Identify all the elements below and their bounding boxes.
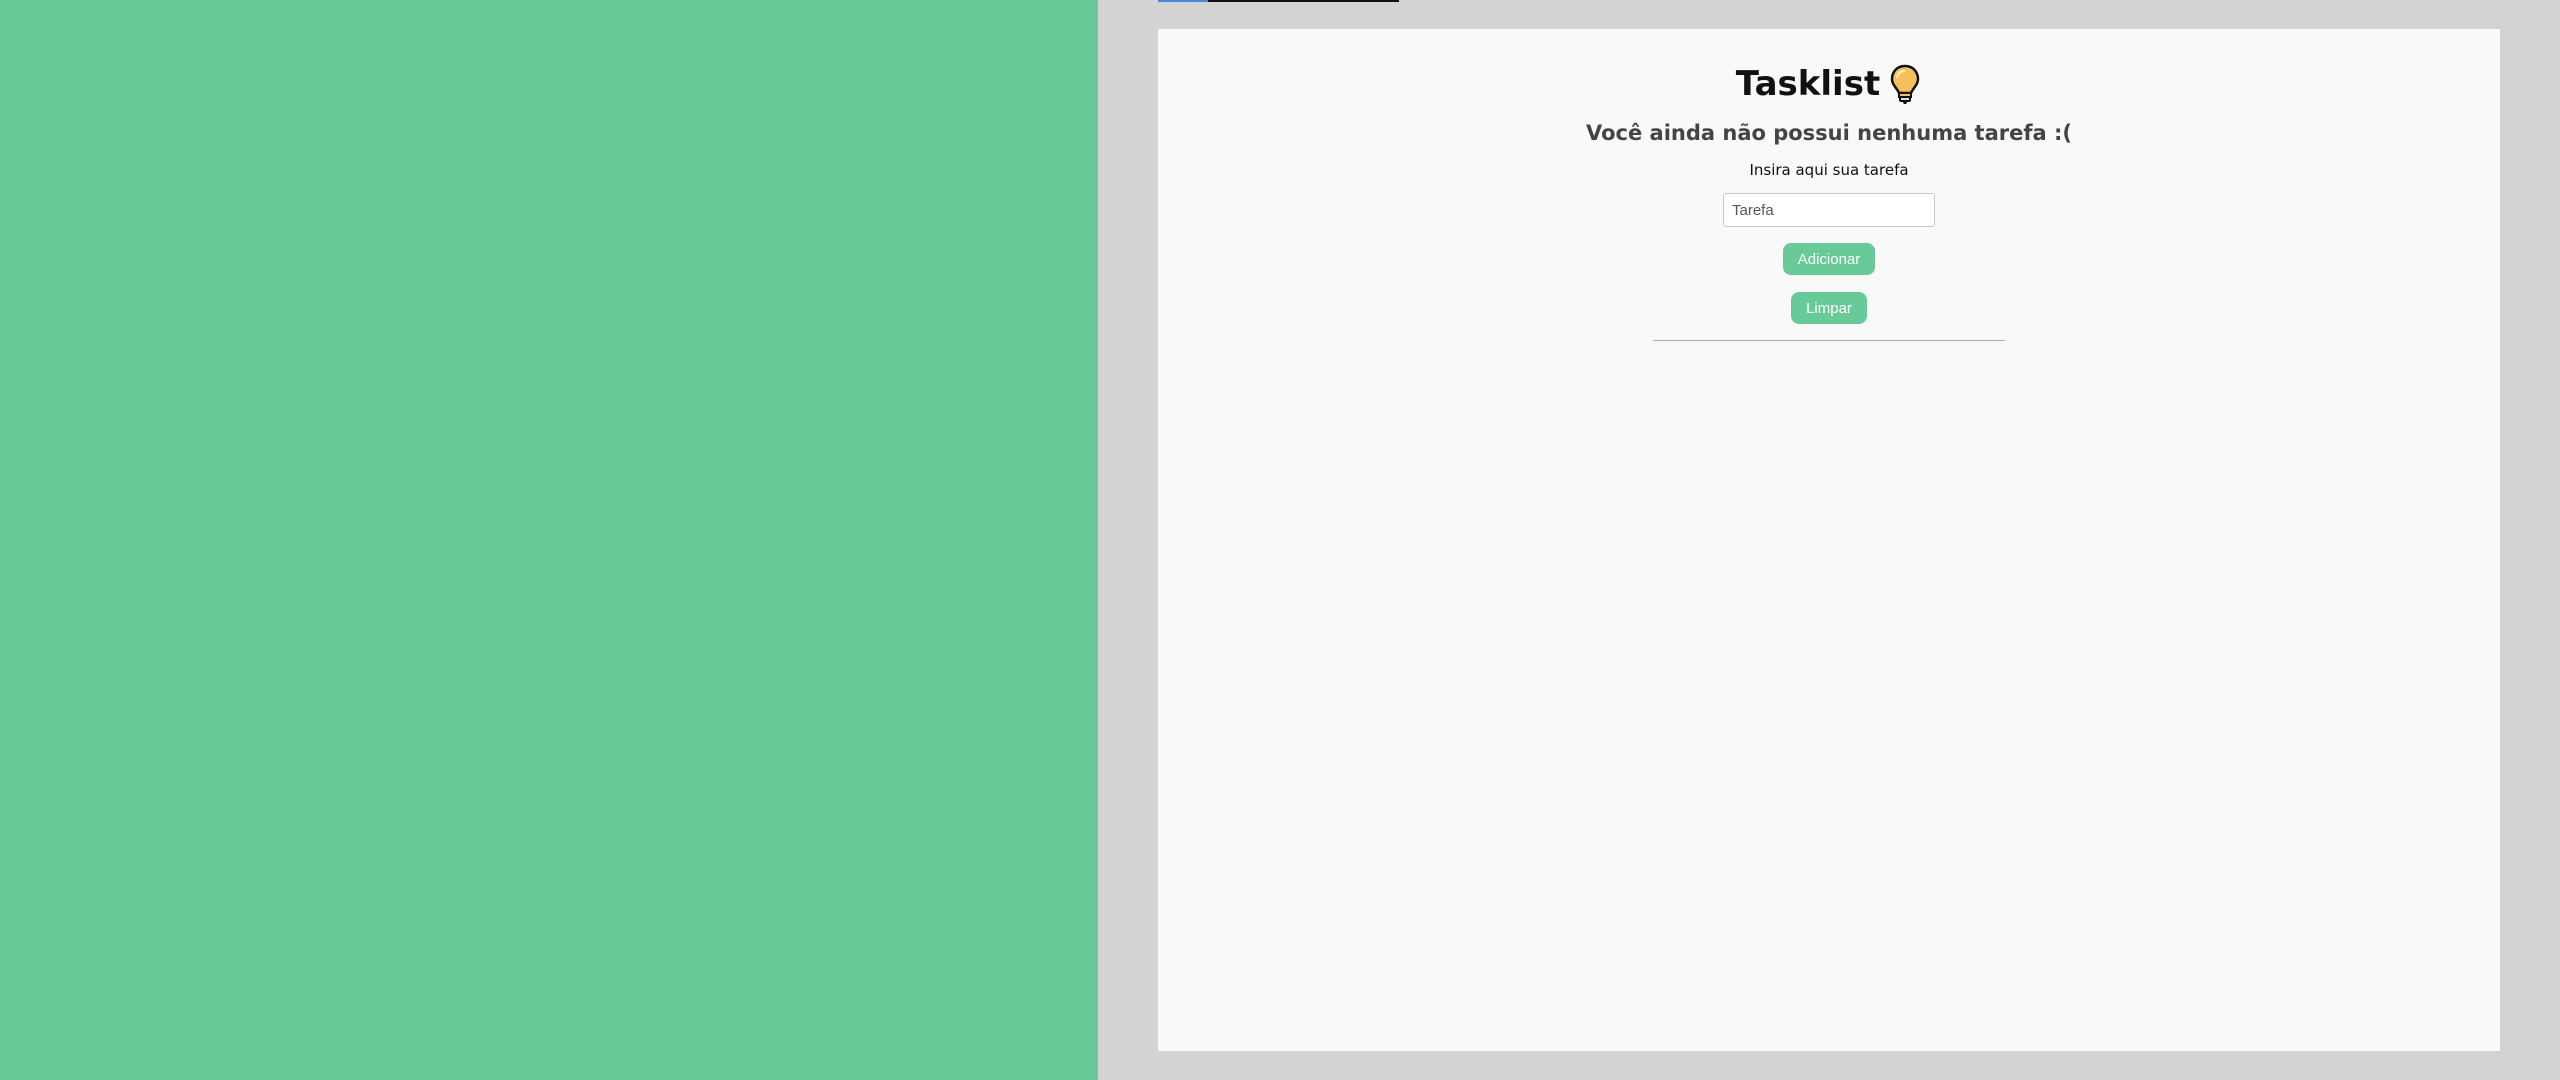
page-title: Tasklist — [1735, 64, 1881, 104]
title-row: Tasklist — [1736, 63, 1922, 105]
top-bar-line — [1208, 0, 1399, 2]
left-green-panel — [0, 0, 1098, 1080]
tasklist-card: Tasklist Você ainda não possui nenhuma t… — [1158, 29, 2500, 1051]
right-panel: Tasklist Você ainda não possui nenhuma t… — [1098, 0, 2560, 1080]
empty-state-message: Você ainda não possui nenhuma tarefa :( — [1586, 121, 2072, 145]
divider — [1653, 340, 2005, 341]
add-button[interactable]: Adicionar — [1782, 243, 1876, 275]
clear-button[interactable]: Limpar — [1791, 292, 1867, 324]
top-scroll-bar — [1158, 0, 1399, 2]
task-input[interactable] — [1723, 193, 1935, 227]
task-input-label: Insira aqui sua tarefa — [1749, 161, 1909, 179]
lightbulb-icon — [1888, 63, 1922, 105]
top-bar-highlight — [1158, 0, 1208, 2]
